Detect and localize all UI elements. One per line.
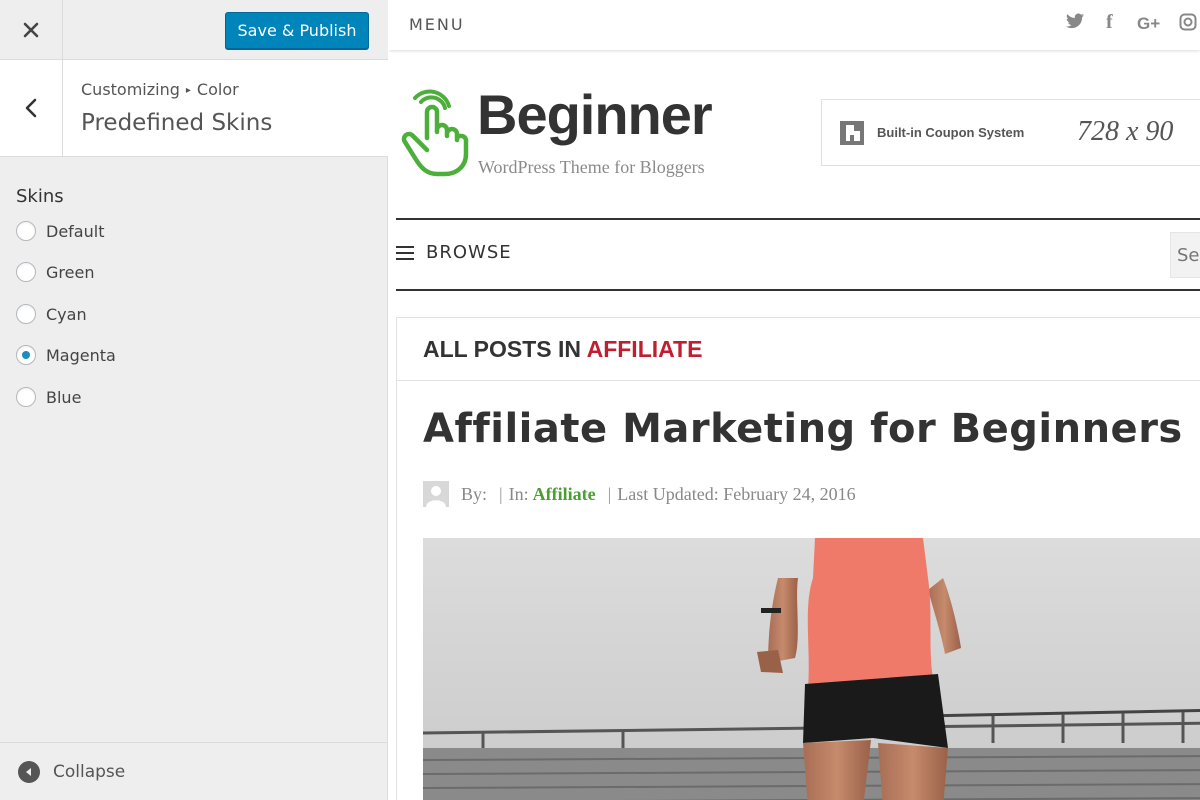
ad-text: Built-in Coupon System xyxy=(877,125,1025,140)
site-tagline: WordPress Theme for Bloggers xyxy=(478,157,705,177)
archive-title: ALL POSTS IN AFFILIATE xyxy=(423,336,702,363)
section-title: Predefined Skins xyxy=(81,110,273,136)
collapse-label: Collapse xyxy=(53,761,126,782)
close-icon xyxy=(23,22,39,38)
ad-banner[interactable]: Built-in Coupon System 728 x 90 xyxy=(821,99,1200,166)
post-title[interactable]: Affiliate Marketing for Beginners xyxy=(423,406,1183,452)
breadcrumb-root: Customizing xyxy=(81,80,180,99)
hand-pointer-logo-icon xyxy=(401,89,469,177)
archive-header: ALL POSTS IN AFFILIATE xyxy=(397,318,1200,381)
chevron-left-icon xyxy=(25,98,37,118)
customizer-header: Save & Publish xyxy=(0,0,388,60)
site-preview: MENU f G+ Beginner WordPress Theme for B… xyxy=(389,0,1200,800)
collapse-arrow-icon xyxy=(18,760,40,783)
hamburger-icon xyxy=(396,245,414,260)
author-avatar[interactable] xyxy=(423,481,449,507)
site-title[interactable]: Beginner xyxy=(477,82,713,147)
by-label: By: xyxy=(461,483,488,504)
meta-separator: | xyxy=(607,483,612,504)
post-meta: By: | In: Affiliate | Last Updated: Febr… xyxy=(423,480,856,508)
skin-radio[interactable] xyxy=(16,262,36,282)
coupon-logo-icon xyxy=(840,121,864,145)
skin-option-blue[interactable]: Blue xyxy=(16,385,81,409)
meta-separator: | xyxy=(499,483,503,504)
skin-radio[interactable] xyxy=(16,221,36,241)
twitter-icon[interactable] xyxy=(1066,13,1084,34)
menu-link[interactable]: MENU xyxy=(409,15,465,34)
google-plus-icon[interactable]: G+ xyxy=(1137,14,1160,34)
save-publish-button[interactable]: Save & Publish xyxy=(225,12,369,49)
close-customizer-button[interactable] xyxy=(0,0,63,60)
section-header: Customizing ▸ Color Predefined Skins xyxy=(0,60,388,157)
skin-radio[interactable] xyxy=(16,387,36,407)
browse-menu-button[interactable]: BROWSE xyxy=(396,242,512,263)
skin-option-default[interactable]: Default xyxy=(16,219,104,243)
featured-image[interactable] xyxy=(423,538,1200,800)
browse-label: BROWSE xyxy=(426,242,512,263)
archive-container: ALL POSTS IN AFFILIATE Affiliate Marketi… xyxy=(396,317,1200,800)
radio-dot xyxy=(22,351,30,359)
skin-option-cyan[interactable]: Cyan xyxy=(16,302,87,326)
skin-radio[interactable] xyxy=(16,345,36,365)
skin-label: Magenta xyxy=(46,345,116,365)
top-bar: MENU f G+ xyxy=(389,0,1200,50)
breadcrumb: Customizing ▸ Color xyxy=(81,80,239,99)
breadcrumb-separator-icon: ▸ xyxy=(185,85,191,96)
skin-label: Cyan xyxy=(46,304,87,324)
skin-radio[interactable] xyxy=(16,304,36,324)
breadcrumb-section: Color xyxy=(196,80,239,99)
browse-nav-bar: BROWSE xyxy=(396,218,1200,291)
skin-option-green[interactable]: Green xyxy=(16,260,94,284)
customizer-sidebar: Save & Publish Customizing ▸ Color Predefi… xyxy=(0,0,388,800)
last-updated: Last Updated: February 24, 2016 xyxy=(617,483,856,504)
skin-label: Default xyxy=(46,221,105,241)
skin-label: Green xyxy=(46,262,95,282)
archive-category: AFFILIATE xyxy=(586,336,703,362)
facebook-icon[interactable]: f xyxy=(1106,11,1113,34)
skin-option-magenta[interactable]: Magenta xyxy=(16,343,116,367)
skin-label: Blue xyxy=(46,387,82,407)
archive-prefix: ALL POSTS IN xyxy=(423,336,582,362)
ad-size-label: 728 x 90 xyxy=(1077,116,1174,147)
in-label: In: xyxy=(508,483,529,504)
back-button[interactable] xyxy=(0,60,63,156)
instagram-icon[interactable] xyxy=(1179,13,1197,36)
search-input[interactable] xyxy=(1170,232,1200,278)
post-category-link[interactable]: Affiliate xyxy=(533,484,596,505)
skins-label: Skins xyxy=(16,186,64,207)
collapse-sidebar-button[interactable]: Collapse xyxy=(0,742,388,800)
